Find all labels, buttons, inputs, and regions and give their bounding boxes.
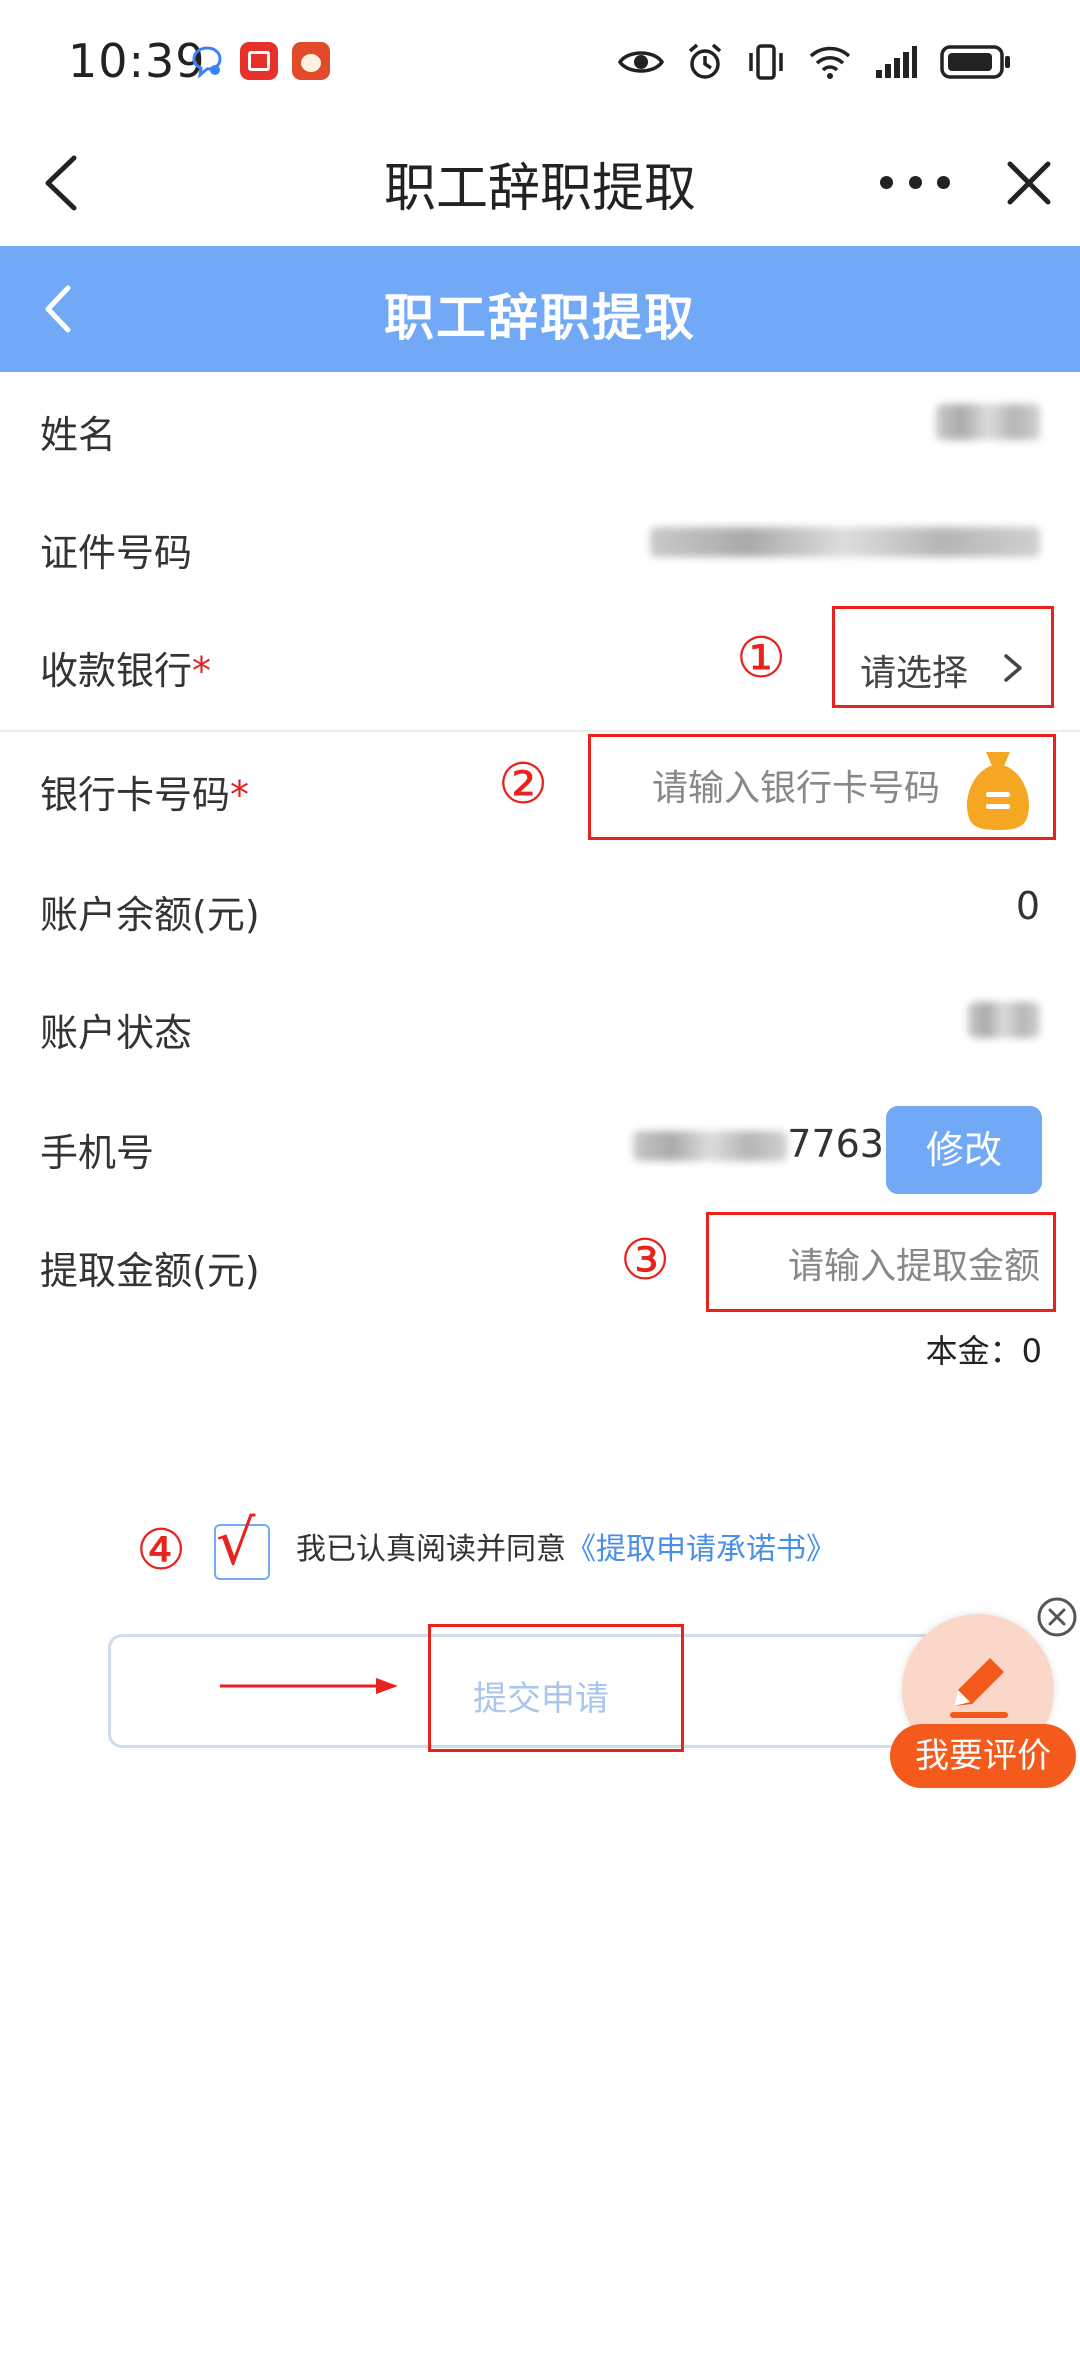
name-label: 姓名 <box>40 413 117 457</box>
status-bar: 10:39 <box>0 0 1080 120</box>
agreement-link[interactable]: 《提取申请承诺书》 <box>566 1532 836 1567</box>
submit-highlight <box>428 1624 684 1752</box>
agreement-text: 我已认真阅读并同意《提取申请承诺书》 <box>296 1524 836 1568</box>
title-bar: 职工辞职提取 <box>0 120 1080 246</box>
amount-label: 提取金额(元) <box>40 1249 260 1293</box>
id-number-row: 证件号码 <box>0 490 1080 608</box>
dot <box>880 175 893 189</box>
dot <box>937 175 950 189</box>
step-marker-4: ④ <box>136 1518 187 1583</box>
money-bag-icon[interactable] <box>962 748 1034 832</box>
id-number-label: 证件号码 <box>40 531 193 575</box>
chevron-right-icon[interactable] <box>998 650 1028 686</box>
account-status-value-blurred <box>968 1002 1040 1047</box>
chat-bubble-icon <box>192 46 222 78</box>
step-marker-1: ① <box>736 626 787 691</box>
bank-label: 收款银行* <box>40 649 212 693</box>
card-number-label: 银行卡号码* <box>40 773 250 817</box>
amount-input[interactable] <box>716 1246 1040 1287</box>
id-number-value-blurred <box>650 522 1040 566</box>
wifi-icon <box>809 46 851 79</box>
account-status-label: 账户状态 <box>40 1011 193 1055</box>
status-time: 10:39 <box>68 34 206 88</box>
signal-icon <box>876 46 917 78</box>
pencil-icon <box>950 1658 1008 1718</box>
review-button-label: 我要评价 <box>890 1724 1076 1788</box>
balance-row: 账户余额(元) 0 <box>0 852 1080 970</box>
red-book-app-icon <box>240 42 278 80</box>
phone-label: 手机号 <box>40 1131 155 1175</box>
alarm-icon <box>688 43 722 79</box>
status-icons <box>618 38 1012 86</box>
modify-phone-button[interactable]: 修改 <box>886 1106 1042 1194</box>
vibrate-icon <box>749 44 783 80</box>
phone-value: 7763 <box>633 1122 884 1166</box>
review-float[interactable]: 我要评价 <box>890 1614 1080 1794</box>
balance-label: 账户余额(元) <box>40 893 260 937</box>
account-status-row: 账户状态 <box>0 970 1080 1088</box>
principal-text: 本金：0 <box>925 1332 1042 1370</box>
dot <box>908 175 922 189</box>
battery-icon <box>940 45 1010 79</box>
header-title: 职工辞职提取 <box>384 289 696 347</box>
step-marker-3: ③ <box>620 1228 671 1293</box>
arrow-right-icon <box>220 1678 398 1694</box>
close-icon[interactable] <box>996 150 1062 216</box>
card-number-input[interactable] <box>600 768 940 809</box>
name-value-blurred <box>936 404 1040 449</box>
eye-icon <box>618 51 664 73</box>
more-options-icon[interactable] <box>880 152 950 212</box>
bank-select-placeholder[interactable]: 请选择 <box>860 644 968 696</box>
red-game-app-icon <box>292 42 330 80</box>
name-row: 姓名 <box>0 372 1080 490</box>
agreement-label: 我已认真阅读并同意 <box>296 1532 566 1567</box>
check-mark: √ <box>216 1506 256 1579</box>
close-circle-icon[interactable] <box>1036 1596 1078 1638</box>
balance-value: 0 <box>1015 884 1040 928</box>
step-marker-2: ② <box>498 752 549 817</box>
page-header: 职工辞职提取 <box>0 246 1080 372</box>
